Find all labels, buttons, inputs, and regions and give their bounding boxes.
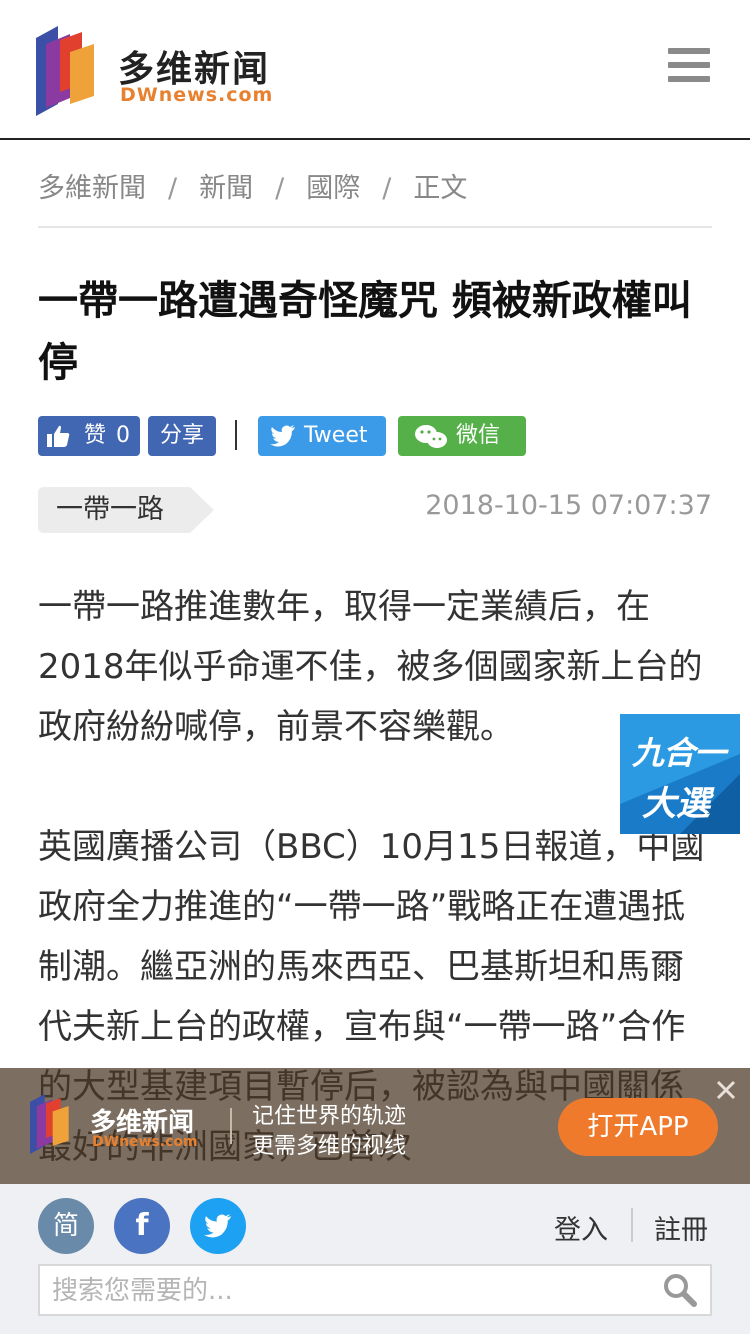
search-box [38,1264,712,1316]
share-bar: 赞 0 分享 Tweet 微信 [38,416,738,456]
article-tag[interactable]: 一帶一路 [38,487,214,533]
banner-divider [230,1108,232,1144]
page-footer: 简 f 登入 註冊 [0,1184,750,1334]
like-count: 0 [116,423,130,448]
search-input[interactable] [50,1272,644,1310]
badge-line-2: 大選 [642,784,710,824]
login-link[interactable]: 登入 [554,1208,608,1247]
twitter-bird-icon [203,1214,232,1238]
breadcrumb-separator: / [275,173,285,204]
breadcrumb-current: 正文 [413,173,468,204]
tweet-button[interactable]: Tweet [258,416,386,456]
election-promo-badge[interactable]: 九合一 大選 [620,714,740,834]
wechat-label: 微信 [456,423,501,448]
facebook-like-button[interactable]: 赞 0 [38,416,140,456]
open-app-button[interactable]: 打开APP [558,1098,718,1156]
breadcrumb-home[interactable]: 多維新聞 [38,166,146,205]
article-tag-label: 一帶一路 [56,494,164,525]
hamburger-menu-icon[interactable] [668,48,710,88]
twitter-icon[interactable] [190,1198,246,1254]
banner-slogan-line-2: 更需多维的视线 [252,1134,407,1159]
open-app-banner[interactable]: 多维新闻 DWnews.com 记住世界的轨迹 更需多维的视线 打开APP [0,1068,750,1184]
facebook-share-button[interactable]: 分享 [148,416,216,456]
wechat-share-button[interactable]: 微信 [398,416,526,456]
article-date: 2018-10-15 07:07:37 [425,490,712,521]
wechat-icon [415,425,447,448]
breadcrumb: 多維新聞 / 新聞 / 國際 / 正文 [38,166,712,228]
dwnews-logo-icon [30,1094,69,1154]
tweet-label: Tweet [304,423,368,448]
article-paragraph: 一帶一路推進數年，取得一定業績后，在2018年似乎命運不佳，被多個國家新上台的政… [38,587,703,747]
banner-slogan-line-1: 记住世界的轨迹 [252,1104,407,1129]
register-link[interactable]: 註冊 [654,1208,708,1247]
breadcrumb-news[interactable]: 新聞 [199,166,253,205]
site-header: 多维新闻 DWnews.com [0,0,750,140]
breadcrumb-separator: / [382,173,392,204]
facebook-icon[interactable]: f [114,1198,170,1254]
site-logo-domain[interactable]: DWnews.com [120,84,273,106]
footer-divider [631,1208,633,1242]
close-icon[interactable] [712,1076,740,1104]
twitter-bird-icon [270,425,295,447]
thumbs-up-icon [47,425,70,447]
article-title: 一帶一路遭遇奇怪魔咒 頻被新政權叫停 [38,278,692,386]
simplified-chinese-button[interactable]: 简 [38,1198,94,1254]
dwnews-logo-icon[interactable] [36,26,96,116]
badge-line-1: 九合一 [632,734,726,772]
share-divider [235,420,237,450]
breadcrumb-international[interactable]: 國際 [306,166,360,205]
search-icon[interactable] [662,1272,698,1308]
breadcrumb-separator: / [168,173,178,204]
banner-logo-domain: DWnews.com [92,1134,198,1150]
like-label: 赞 [84,423,107,448]
